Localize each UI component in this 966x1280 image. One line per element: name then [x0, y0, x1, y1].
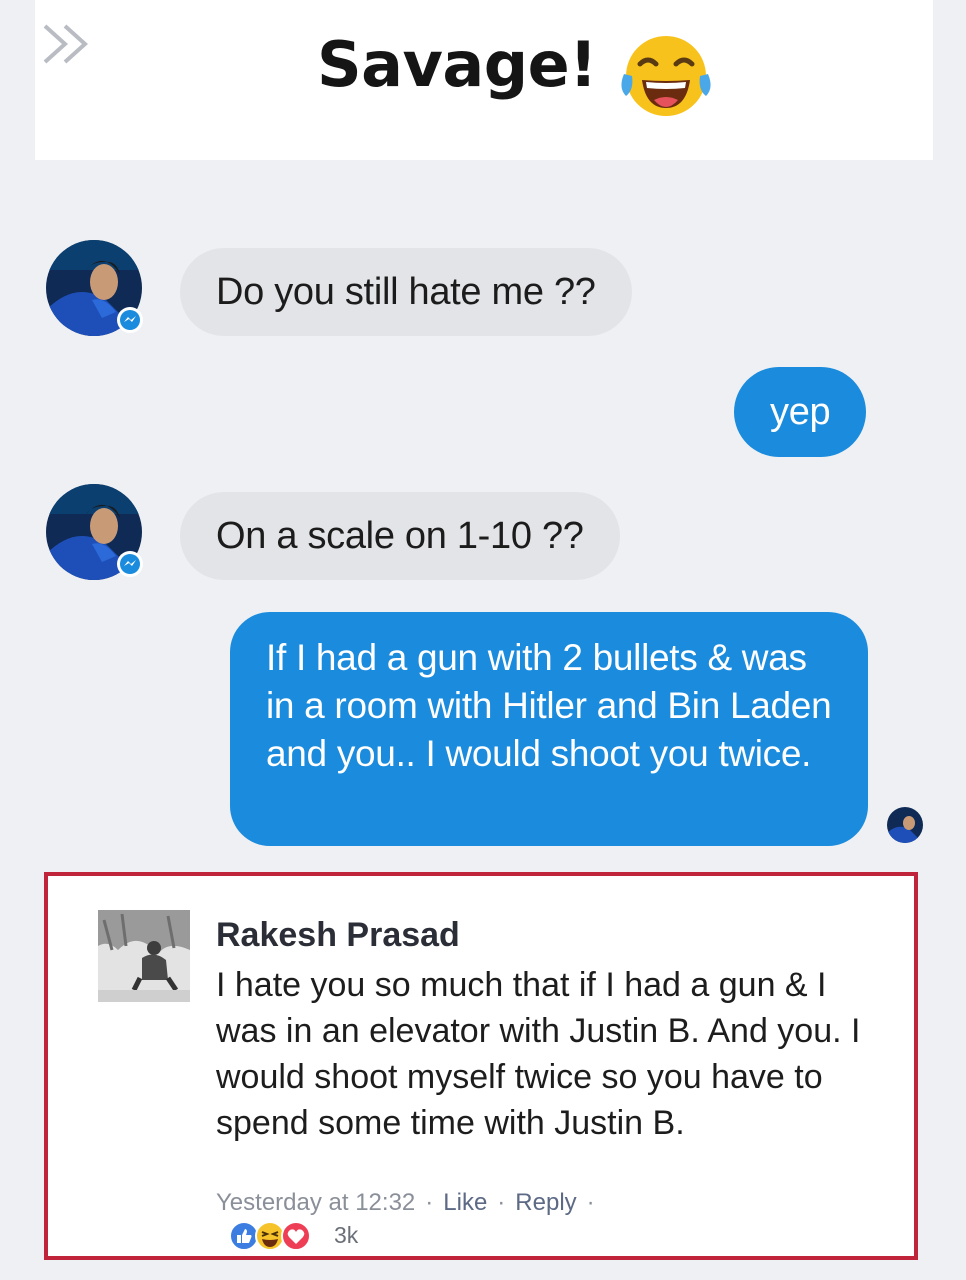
read-receipt-avatar — [887, 807, 923, 843]
sender-avatar[interactable] — [46, 484, 143, 580]
separator: · — [425, 1189, 434, 1216]
reactions-summary[interactable] — [228, 1220, 328, 1252]
haha-icon — [255, 1221, 285, 1251]
outgoing-message[interactable]: If I had a gun with 2 bullets & was in a… — [230, 612, 868, 846]
reaction-count[interactable]: 3k — [334, 1222, 358, 1249]
love-icon — [281, 1221, 311, 1251]
messenger-badge-icon — [117, 307, 143, 333]
like-icon — [229, 1221, 259, 1251]
separator: · — [586, 1189, 595, 1216]
screenshot: Savage! Do you still hate me ?? yep On a… — [0, 0, 966, 1280]
highlighted-comment: Rakesh Prasad I hate you so much that if… — [44, 872, 918, 1260]
incoming-message[interactable]: On a scale on 1-10 ?? — [180, 492, 620, 580]
incoming-message[interactable]: Do you still hate me ?? — [180, 248, 632, 336]
page-title: Savage! — [317, 28, 597, 101]
outgoing-message[interactable]: yep — [734, 367, 867, 457]
comment-meta: Yesterday at 12:32 · Like · Reply · — [216, 1189, 605, 1217]
comment-text: I hate you so much that if I had a gun &… — [216, 966, 861, 1142]
like-link[interactable]: Like — [443, 1189, 487, 1216]
commenter-avatar[interactable] — [98, 910, 190, 1002]
tears-of-joy-icon — [621, 36, 711, 116]
separator: · — [497, 1189, 506, 1216]
comment-timestamp[interactable]: Yesterday at 12:32 — [216, 1189, 415, 1216]
commenter-name[interactable]: Rakesh Prasad — [216, 916, 460, 955]
messenger-badge-icon — [117, 551, 143, 577]
sender-avatar[interactable] — [46, 240, 143, 336]
meme-header: Savage! — [35, 0, 933, 160]
double-chevron-right-icon[interactable] — [39, 20, 99, 68]
reply-link[interactable]: Reply — [515, 1189, 576, 1216]
